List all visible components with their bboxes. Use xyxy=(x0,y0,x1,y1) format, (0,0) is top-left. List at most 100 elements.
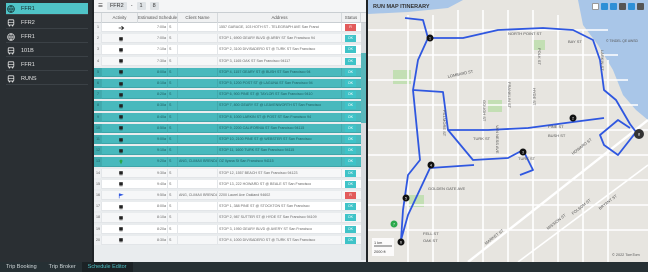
schedule-type: S xyxy=(168,112,178,122)
table-row[interactable]: 15 9:40a S STOP 13, 222 HOWARD ST @ BEALE S… xyxy=(94,179,366,189)
table-row[interactable]: 20 8:30a S STOP 4, 1000 DIVISADERO ST @ TUR… xyxy=(94,235,366,245)
tab-trip-booking[interactable]: Trip Booking xyxy=(0,262,43,272)
map-fullscreen-icon[interactable] xyxy=(592,3,599,10)
svg-text:7: 7 xyxy=(393,223,395,227)
stop-marker[interactable]: 6 xyxy=(397,238,405,246)
table-row[interactable]: 18 8:10a S STOP 2, 987 SUTTER ST @ HYDE ST … xyxy=(94,213,366,223)
start-marker[interactable]: 7 xyxy=(390,220,398,228)
route-map[interactable]: NORTH POINT ST BAY ST LOMBARD ST TURK ST… xyxy=(368,0,648,262)
stop-marker[interactable]: 2 xyxy=(569,114,577,122)
row-index: 19 xyxy=(94,224,102,234)
bus-icon xyxy=(117,136,125,143)
schedule-time: 8:30a xyxy=(138,101,168,111)
table-row[interactable]: 17 8:00a S STOP 1, 388 PINE ST @ STOCKTON S… xyxy=(94,202,366,212)
map-close-icon[interactable] xyxy=(637,3,644,10)
col-header-client[interactable]: Client Name xyxy=(178,13,218,23)
tab-trip-broker[interactable]: Trip Broker xyxy=(43,262,82,272)
menu-icon[interactable]: ☰ xyxy=(98,3,103,9)
stop-marker[interactable]: 8 xyxy=(634,129,644,139)
table-row[interactable]: 11 9:00a S STOP 10, 2100 PINE ST @ WEBSTER … xyxy=(94,135,366,145)
table-row[interactable]: 7 8:20a S STOP 6, 900 PINE ST @ TAYLOR ST S… xyxy=(94,90,366,100)
address-cell: STOP 12, 1557 BEACH ST San Francisco 941… xyxy=(218,168,342,178)
table-row[interactable]: 19 8:20a S STOP 3, 1950 GEARY BLVD @ AVERY … xyxy=(94,224,366,234)
table-row[interactable]: 14 9:30a S STOP 12, 1557 BEACH ST San Franc… xyxy=(94,168,366,178)
table-row[interactable]: 8 8:30a S STOP 7, 800 GEARY ST @ LEAVENWORT… xyxy=(94,101,366,111)
page-indicator[interactable]: 1 xyxy=(136,2,146,10)
schedule-type: S xyxy=(168,101,178,111)
map-layers-icon[interactable] xyxy=(601,3,608,10)
col-header-schedule[interactable]: Estimated Schedule xyxy=(138,13,178,23)
schedule-time: 8:50a xyxy=(138,123,168,133)
table-row[interactable]: 2 7:00a S STOP 1, 6900 GEARY BLVD @ ARBY ST… xyxy=(94,34,366,44)
bus-icon xyxy=(117,170,125,177)
client-name xyxy=(178,45,218,55)
schedule-time: 9:20a xyxy=(138,157,168,167)
bay-water xyxy=(578,0,648,120)
table-row[interactable]: 3 7:10a S STOP 2, 3100 DIVISADERO ST @ TURK… xyxy=(94,45,366,55)
stop-marker[interactable]: 3 xyxy=(519,148,527,156)
stop-marker[interactable]: 4 xyxy=(427,161,435,169)
address-cell: STOP 9, 2200 CALIFORNIA ST San Francisco… xyxy=(218,123,342,133)
client-name xyxy=(178,34,218,44)
client-name xyxy=(178,224,218,234)
bus-icon xyxy=(117,147,125,154)
table-row[interactable]: 13 9:20a S ANG, CLIMAX BRENDA OZ Ilyana St S… xyxy=(94,157,366,167)
table-row[interactable]: 4 7:30a S STOP 3, 1165 OAK ST San Francisco… xyxy=(94,56,366,66)
schedule-type: S xyxy=(168,23,178,32)
run-selector[interactable]: FFR2 xyxy=(106,2,127,10)
table-row[interactable]: 10 8:50a S STOP 9, 2200 CALIFORNIA ST San F… xyxy=(94,123,366,133)
sidebar-run-item[interactable]: 101B xyxy=(6,45,88,57)
client-name xyxy=(178,112,218,122)
table-row[interactable]: 12 9:10a S STOP 11, 1600 TURK ST San Franci… xyxy=(94,146,366,156)
schedule-type: S xyxy=(168,224,178,234)
sidebar-run-item[interactable]: FFR1 xyxy=(6,59,88,71)
address-cell: STOP 4, 1000 DIVISADERO ST @ TURK ST San… xyxy=(218,235,342,245)
street-label: HYDE ST xyxy=(532,88,537,106)
client-name xyxy=(178,213,218,223)
status-badge: R xyxy=(345,24,356,31)
client-name xyxy=(178,79,218,88)
col-header-address[interactable]: Address xyxy=(218,13,342,23)
map-traffic-icon[interactable] xyxy=(610,3,617,10)
schedule-time: 9:40a xyxy=(138,179,168,189)
sidebar-run-item[interactable]: FFR2 xyxy=(6,17,88,29)
svg-text:3: 3 xyxy=(522,151,524,155)
svg-text:1 km: 1 km xyxy=(374,241,382,245)
bus-icon xyxy=(117,114,125,121)
bus-icon xyxy=(117,237,125,244)
pin-icon xyxy=(117,158,125,165)
col-header-activity[interactable]: Activity xyxy=(102,13,138,23)
stop-marker[interactable]: 5 xyxy=(402,194,410,202)
sidebar-run-item[interactable]: FFR1 xyxy=(6,3,88,15)
street-label: NORTH POINT ST xyxy=(508,31,542,36)
row-index: 4 xyxy=(94,56,102,66)
address-cell: STOP 1, 6900 GEARY BLVD @ ARBY ST San Fr… xyxy=(218,34,342,44)
table-row[interactable]: 9 8:40a S STOP 8, 1000 LARKIN ST @ POST ST … xyxy=(94,112,366,122)
table-row[interactable]: 1 7:00a S 1557 GARAGE, 103 HOTH ST - TELEGR… xyxy=(94,23,366,33)
table-row[interactable]: 16 9:50a S ANG, CLIMAX BRENDA 2200 Laurel Av… xyxy=(94,191,366,201)
street-labels: NORTH POINT ST BAY ST LOMBARD ST TURK ST… xyxy=(423,31,618,246)
table-row[interactable]: 6 8:10a S STOP 5, 1200 POST ST @ LAGUNA ST … xyxy=(94,79,366,89)
street-label: PINE ST xyxy=(548,124,564,129)
street-label: FRANKLIN ST xyxy=(507,82,512,109)
map-settings-icon[interactable] xyxy=(619,3,626,10)
schedule-type: S xyxy=(168,146,178,156)
address-cell: STOP 2, 3100 DIVISADERO ST @ TURK ST San… xyxy=(218,45,342,55)
grid-scroll-thumb[interactable] xyxy=(361,53,366,123)
status-badge: OK xyxy=(345,124,356,132)
bus-icon xyxy=(117,226,125,233)
table-row[interactable]: 5 8:00a S STOP 4, 1157 GEARY ST @ BUSH ST S… xyxy=(94,67,366,77)
tab-schedule-editor[interactable]: Schedule Editor xyxy=(81,262,133,272)
sidebar-run-item[interactable]: RUNS xyxy=(6,73,88,85)
sidebar-run-item[interactable]: FFR1 xyxy=(6,31,88,43)
schedule-type: S xyxy=(168,135,178,144)
map-locate-icon[interactable] xyxy=(628,3,635,10)
col-header-index[interactable] xyxy=(94,13,102,23)
col-header-status[interactable]: Status xyxy=(342,13,361,23)
bottom-tab-bar: Trip Booking Trip Broker Schedule Editor xyxy=(0,262,648,272)
sidebar-item-label: FFR1 xyxy=(21,5,35,12)
status-badge: R xyxy=(345,192,356,199)
stop-marker[interactable]: 1 xyxy=(426,34,434,42)
toolbar-separator: - xyxy=(130,3,133,9)
grid-scrollbar[interactable] xyxy=(361,23,366,260)
